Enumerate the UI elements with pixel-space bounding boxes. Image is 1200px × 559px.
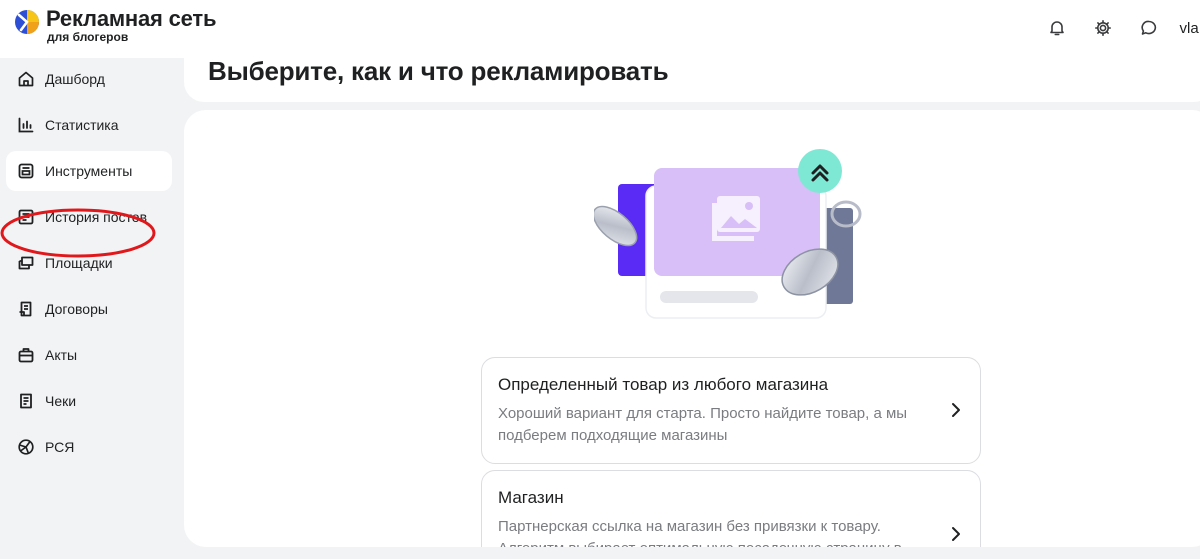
gear-icon[interactable] [1092,17,1114,39]
user-name-text: vla [1179,20,1199,37]
option-specific-product[interactable]: Определенный товар из любого магазина Хо… [481,357,981,464]
logo-subtitle: для блогеров [47,30,129,44]
title-card: Выберите, как и что рекламировать [184,50,1200,102]
option-description: Хороший вариант для старта. Просто найди… [498,405,908,444]
chevron-right-icon [952,403,960,417]
sidebar-item-tools[interactable]: Инструменты [6,151,172,191]
content-card: Определенный товар из любого магазина Хо… [184,110,1200,547]
sidebar-item-statistics[interactable]: Статистика [6,105,172,145]
chat-icon[interactable] [1138,17,1160,39]
sidebar-item-label: Чеки [45,393,77,409]
option-title: Определенный товар из любого магазина [498,375,829,394]
network-icon [16,437,36,457]
bar-chart-icon [16,115,36,135]
sidebar-item-acts[interactable]: Акты [6,335,172,375]
sidebar-item-contracts[interactable]: Договоры [6,289,172,329]
sidebar-item-label: Статистика [45,117,119,133]
receipt-icon [16,391,36,411]
sidebar-item-receipts[interactable]: Чеки [6,381,172,421]
sidebar-item-label: Инструменты [45,163,133,179]
sidebar-item-label: Акты [45,347,78,363]
tools-icon [16,161,36,181]
sidebar-item-label: История постов [45,209,148,225]
user-name[interactable]: vvla [1179,20,1199,37]
sidebar-item-label: Площадки [45,255,113,271]
briefcase-icon [16,345,36,365]
sidebar: Дашборд Статистика Инструменты История п… [0,58,184,559]
logo[interactable]: Рекламная сеть для блогеров [14,7,216,43]
home-icon [16,69,36,89]
history-icon [16,207,36,227]
sidebar-item-label: Договоры [45,301,108,317]
sidebar-item-dashboard[interactable]: Дашборд [6,59,172,99]
option-store[interactable]: Магазин Партнерская ссылка на магазин бе… [481,470,981,547]
sidebar-item-rsya[interactable]: РСЯ [6,427,172,467]
sidebar-item-post-history[interactable]: История постов [6,197,172,237]
logo-title: Рекламная сеть [46,6,217,31]
platforms-icon [16,253,36,273]
contract-icon [16,299,36,319]
chevron-right-icon [952,527,960,541]
bell-icon[interactable] [1046,17,1068,39]
sidebar-item-platforms[interactable]: Площадки [6,243,172,283]
sidebar-item-label: Дашборд [45,71,105,87]
option-title: Магазин [498,488,564,507]
page-title: Выберите, как и что рекламировать [208,56,669,86]
promo-illustration [594,149,862,319]
sidebar-item-label: РСЯ [45,439,75,455]
logo-icon [15,10,39,34]
option-description: Партнерская ссылка на магазин без привяз… [498,518,902,547]
